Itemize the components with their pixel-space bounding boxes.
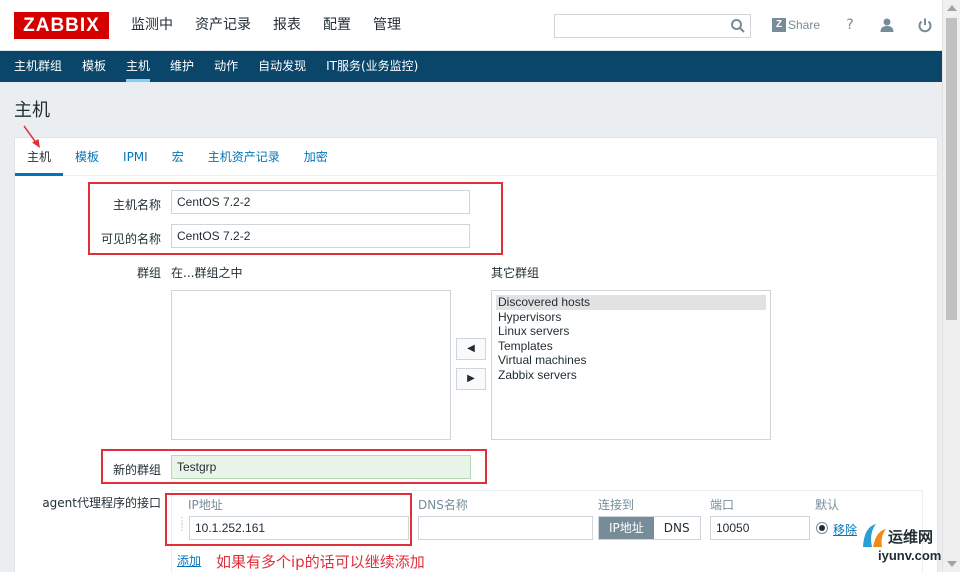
- scroll-up-arrow[interactable]: [947, 5, 957, 11]
- other-groups-listbox[interactable]: Discovered hosts Hypervisors Linux serve…: [491, 290, 771, 440]
- tab-templates[interactable]: 模板: [63, 138, 111, 175]
- subnav-it-services[interactable]: IT服务(业务监控): [316, 51, 428, 82]
- listbox-option[interactable]: Templates: [496, 339, 766, 354]
- dns-name-header: DNS名称: [418, 498, 468, 512]
- scrollbar-thumb[interactable]: [946, 18, 957, 320]
- highlight-box-names: [88, 182, 503, 255]
- subnav-hosts[interactable]: 主机: [116, 51, 160, 82]
- search-input[interactable]: [554, 14, 751, 38]
- menu-configuration[interactable]: 配置: [312, 0, 362, 51]
- connect-ip-button[interactable]: IP地址: [599, 517, 654, 539]
- annotation-note: 如果有多个ip的话可以继续添加: [216, 553, 425, 571]
- highlight-box-ip: [165, 493, 412, 546]
- in-groups-label: 在...群组之中: [171, 266, 243, 280]
- vertical-scrollbar[interactable]: [942, 0, 960, 572]
- red-arrow-annotation: [23, 125, 40, 148]
- move-left-button[interactable]: ◀: [456, 338, 486, 360]
- main-menu: 监测中 资产记录 报表 配置 管理: [120, 0, 412, 51]
- other-groups-label: 其它群组: [491, 266, 540, 280]
- dns-name-input[interactable]: [418, 516, 593, 540]
- subnav-templates[interactable]: 模板: [72, 51, 116, 82]
- watermark-title: 运维网: [888, 528, 934, 546]
- default-header: 默认: [815, 498, 840, 512]
- connect-to-toggle: IP地址 DNS: [598, 516, 701, 540]
- listbox-option[interactable]: Virtual machines: [496, 353, 766, 368]
- sub-navigation: 主机群组 模板 主机 维护 动作 自动发现 IT服务(业务监控): [0, 51, 942, 82]
- form-tabs: 主机 模板 IPMI 宏 主机资产记录 加密: [15, 138, 937, 176]
- page-title: 主机: [14, 100, 50, 121]
- agent-interface-label: agent代理程序的接口: [42, 496, 161, 510]
- tab-inventory[interactable]: 主机资产记录: [196, 138, 292, 175]
- connect-to-header: 连接到: [598, 498, 635, 512]
- listbox-option[interactable]: Discovered hosts: [496, 295, 766, 310]
- connect-dns-button[interactable]: DNS: [653, 517, 700, 539]
- menu-inventory[interactable]: 资产记录: [184, 0, 262, 51]
- listbox-option[interactable]: Hypervisors: [496, 310, 766, 325]
- menu-administration[interactable]: 管理: [362, 0, 412, 51]
- move-right-button[interactable]: ▶: [456, 368, 486, 390]
- highlight-box-new-group: [101, 449, 487, 484]
- share-label: Share: [788, 18, 821, 32]
- subnav-actions[interactable]: 动作: [204, 51, 248, 82]
- top-header: ZABBIX 监测中 资产记录 报表 配置 管理 Z Share ?: [0, 0, 942, 51]
- listbox-option[interactable]: Zabbix servers: [496, 368, 766, 383]
- subnav-discovery[interactable]: 自动发现: [248, 51, 316, 82]
- port-input[interactable]: 10050: [710, 516, 810, 540]
- listbox-option[interactable]: Linux servers: [496, 324, 766, 339]
- tab-ipmi[interactable]: IPMI: [111, 138, 160, 175]
- port-header: 端口: [710, 498, 735, 512]
- sign-out-icon[interactable]: [917, 17, 933, 33]
- host-form-panel: 主机 模板 IPMI 宏 主机资产记录 加密 主机名称 CentOS 7.2-2…: [14, 125, 938, 572]
- subnav-host-groups[interactable]: 主机群组: [4, 51, 72, 82]
- menu-monitoring[interactable]: 监测中: [120, 0, 184, 51]
- user-profile-icon[interactable]: [879, 17, 895, 33]
- menu-reports[interactable]: 报表: [262, 0, 312, 51]
- share-icon: Z: [772, 18, 786, 32]
- groups-label: 群组: [136, 266, 161, 280]
- help-icon[interactable]: ?: [842, 17, 858, 33]
- zabbix-logo[interactable]: ZABBIX: [14, 12, 109, 39]
- search-icon[interactable]: [730, 18, 746, 34]
- watermark-logo-icon: [863, 524, 886, 547]
- default-interface-radio[interactable]: [816, 522, 828, 534]
- tab-macros[interactable]: 宏: [160, 138, 196, 175]
- site-watermark: 运维网 iyunv.com: [852, 521, 960, 572]
- tab-encryption[interactable]: 加密: [292, 138, 340, 175]
- subnav-maintenance[interactable]: 维护: [160, 51, 204, 82]
- watermark-url: iyunv.com: [878, 548, 942, 563]
- add-interface-link[interactable]: 添加: [177, 552, 201, 569]
- in-groups-listbox[interactable]: [171, 290, 451, 440]
- share-button[interactable]: Z Share: [772, 16, 820, 34]
